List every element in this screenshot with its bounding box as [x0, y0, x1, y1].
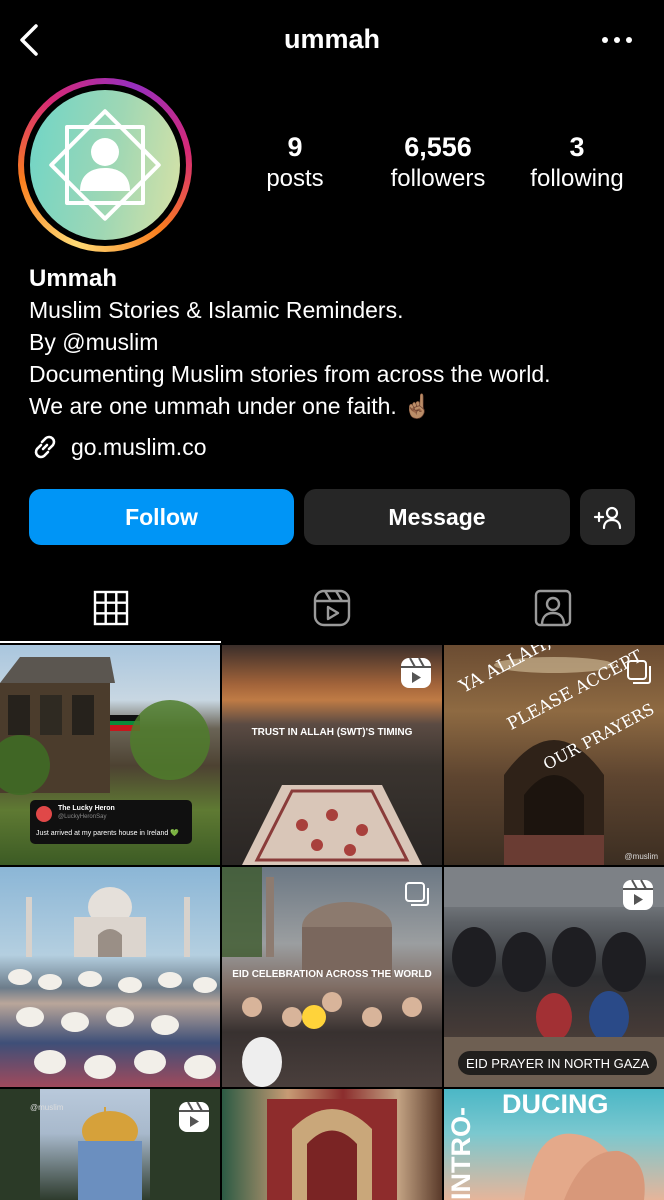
reel-icon	[401, 657, 431, 688]
stat-label: posts	[266, 165, 324, 192]
tweet-handle: @LuckyHeronSay	[58, 814, 107, 820]
stat-value: 3	[569, 132, 585, 162]
followers-count[interactable]: 6,556 followers	[378, 130, 498, 194]
reel-icon	[623, 879, 653, 910]
carousel-icon	[627, 660, 651, 684]
link-icon	[34, 435, 56, 459]
more-options-icon[interactable]	[600, 28, 634, 52]
post-text: DUCING	[502, 1089, 609, 1119]
post-thumbnail[interactable]: YA ALLAH, PLEASE ACCEPT OUR PRAYERS @mus…	[444, 645, 664, 865]
tab-tagged[interactable]	[442, 572, 663, 644]
post-thumbnail[interactable]: TRUST IN ALLAH (SWT)'S TIMING	[222, 645, 442, 865]
tab-reels[interactable]	[221, 572, 442, 644]
post-thumbnail[interactable]: @muslim	[0, 1089, 220, 1200]
profile-bio: Ummah Muslim Stories & Islamic Reminders…	[29, 264, 649, 463]
post-thumbnail[interactable]: The Lucky Heron @LuckyHeronSay Just arri…	[0, 645, 220, 865]
profile-link[interactable]: go.muslim.co	[29, 431, 649, 463]
post-thumbnail[interactable]	[222, 1089, 442, 1200]
following-count[interactable]: 3 following	[522, 130, 632, 194]
post-caption: EID CELEBRATION ACROSS THE WORLD	[232, 969, 432, 980]
post-thumbnail[interactable]	[0, 867, 220, 1087]
post-thumbnail[interactable]: DUCING INTRO-	[444, 1089, 664, 1200]
bio-line: Muslim Stories & Islamic Reminders.	[29, 297, 404, 323]
reel-icon	[179, 1101, 209, 1132]
display-name: Ummah	[29, 265, 118, 292]
bio-line: Documenting Muslim stories from across t…	[29, 361, 551, 387]
stat-value: 9	[287, 132, 303, 162]
eight-point-star-person-icon	[49, 109, 161, 221]
add-person-icon	[593, 506, 621, 530]
tab-posts-grid[interactable]	[0, 572, 221, 644]
suggested-accounts-button[interactable]	[580, 489, 635, 545]
active-tab-indicator	[0, 641, 221, 643]
follow-button[interactable]: Follow	[29, 489, 294, 545]
message-button[interactable]: Message	[304, 489, 570, 545]
watermark: @muslim	[624, 852, 658, 861]
reels-icon	[313, 589, 350, 627]
profile-tabs	[0, 572, 664, 644]
post-thumbnail[interactable]: EID CELEBRATION ACROSS THE WORLD	[222, 867, 442, 1087]
tagged-person-icon	[534, 589, 571, 627]
post-text: INTRO-	[446, 1107, 476, 1200]
tweet-card: The Lucky Heron @LuckyHeronSay Just arri…	[30, 800, 192, 844]
tweet-author: The Lucky Heron	[58, 805, 115, 812]
profile-stats: 9 posts 6,556 followers 3 following	[230, 130, 650, 200]
tweet-text: Just arrived at my parents house in Irel…	[36, 830, 179, 837]
bio-line[interactable]: By @muslim	[29, 326, 649, 358]
grid-icon	[93, 590, 128, 626]
link-text[interactable]: go.muslim.co	[71, 434, 206, 461]
avatar	[30, 90, 180, 240]
profile-avatar-story-ring[interactable]	[18, 78, 192, 252]
post-caption: EID PRAYER IN NORTH GAZA	[458, 1051, 657, 1075]
stat-label: following	[530, 165, 624, 192]
post-thumbnail[interactable]: EID PRAYER IN NORTH GAZA	[444, 867, 664, 1087]
tweet-avatar	[36, 806, 52, 822]
bio-line: We are one ummah under one faith. ☝🏽	[29, 393, 432, 419]
taj-mahal-prayer-photo	[8, 887, 217, 1079]
posts-count[interactable]: 9 posts	[240, 130, 350, 194]
watermark: @muslim	[30, 1103, 64, 1112]
post-caption: TRUST IN ALLAH (SWT)'S TIMING	[251, 727, 413, 738]
prayer-rugs-photo	[267, 1099, 397, 1200]
profile-username: ummah	[283, 24, 381, 54]
profile-header: ummah	[0, 0, 664, 80]
carousel-icon	[405, 882, 429, 906]
stat-value: 6,556	[404, 132, 472, 162]
stat-label: followers	[390, 165, 486, 192]
